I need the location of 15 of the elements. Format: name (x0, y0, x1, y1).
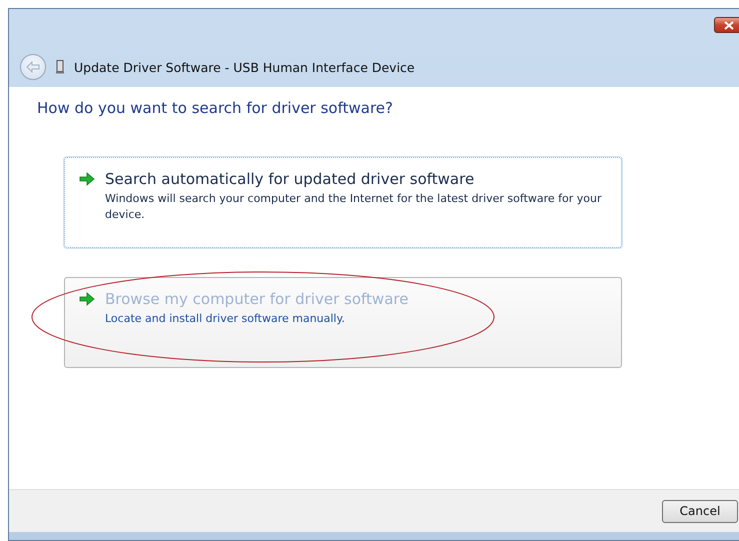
option-card[interactable]: Search automatically for updated driver software Windows will search your computer and the Internet for the latest driver software for your device. (64, 157, 622, 248)
close-button[interactable] (714, 17, 739, 33)
option-description: Windows will search your computer and the Internet for the latest driver software for your device. (105, 191, 603, 223)
option-title: Search automatically for updated driver software (105, 170, 476, 188)
option-description: Locate and install driver software manually. (105, 311, 346, 327)
arrow-icon (79, 172, 95, 186)
page-heading: How do you want to search for driver software? (37, 99, 394, 117)
back-arrow-icon (26, 61, 40, 73)
window-title: Update Driver Software - USB Human Interface Device (74, 60, 415, 74)
option-title: Browse my computer for driver software (105, 290, 408, 308)
arrow-icon (79, 292, 95, 306)
option-card[interactable]: Browse my computer for driver software Locate and install driver software manually. (64, 277, 622, 368)
close-icon (724, 20, 734, 30)
usb-device-icon (56, 60, 64, 74)
cancel-button[interactable]: Cancel (662, 500, 738, 522)
